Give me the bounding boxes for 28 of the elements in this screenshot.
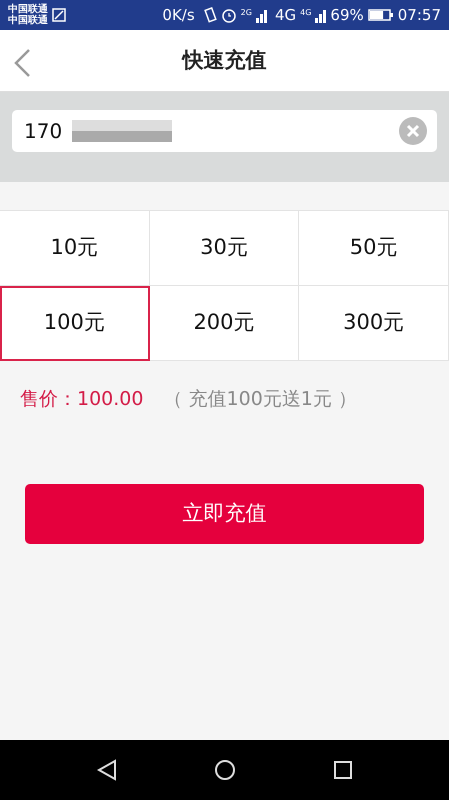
back-icon[interactable] [96,759,118,781]
home-icon[interactable] [214,759,236,781]
image-icon [52,8,66,22]
network-type: 2G [240,8,252,17]
signal-icon [256,7,267,23]
recharge-button[interactable]: 立即充值 [25,484,424,544]
price-label: 售价：100.00 [20,388,144,410]
network-type: 4G [300,8,312,17]
signal-icon [315,7,326,23]
amount-option[interactable]: 200元 [150,286,300,361]
amount-option[interactable]: 30元 [150,211,300,286]
battery-percent: 69% [330,4,364,26]
battery-icon [368,7,394,23]
bonus-note: （ 充值100元送1元 ） [163,388,357,410]
carrier-label: 中国联通 [8,4,48,15]
carrier-label: 中国联通 [8,15,48,26]
page-title: 快速充值 [182,46,266,74]
clock: 07:57 [398,4,441,26]
network-speed: 0K/s [162,4,195,26]
amount-option[interactable]: 50元 [299,211,449,286]
network-type: 4G [274,4,296,26]
amount-option[interactable]: 300元 [299,286,449,361]
amount-option[interactable]: 100元 [0,286,150,361]
recents-icon[interactable] [332,760,353,780]
alarm-icon [220,7,237,23]
phone-field[interactable]: 170 [24,116,72,146]
vibrate-icon [202,7,217,23]
amount-option[interactable]: 10元 [0,211,150,286]
